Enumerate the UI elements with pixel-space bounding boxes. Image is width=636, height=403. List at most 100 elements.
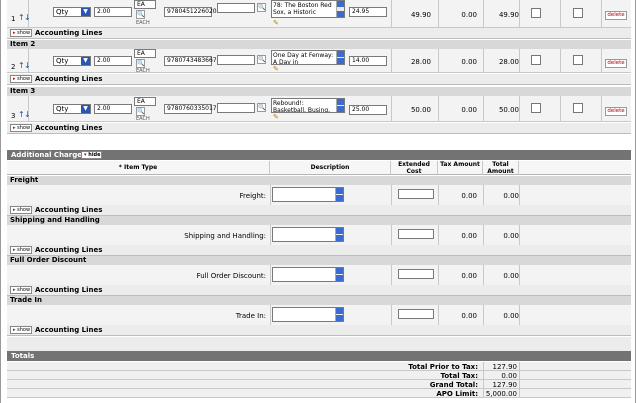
search-icon[interactable]: 🔍 bbox=[257, 103, 266, 112]
triangle-right-icon: ▸ bbox=[13, 247, 16, 253]
triangle-right-icon: ▸ bbox=[13, 30, 16, 36]
scrollbar[interactable] bbox=[335, 308, 343, 321]
delete-item-button[interactable]: delete bbox=[605, 107, 627, 116]
extended-cost-input[interactable] bbox=[398, 269, 434, 279]
accounting-lines-row: ▸ show Accounting Lines bbox=[7, 325, 631, 336]
show-label: show bbox=[17, 327, 31, 333]
commodity-code-input[interactable] bbox=[217, 103, 255, 113]
assigned-checkbox[interactable] bbox=[531, 103, 541, 113]
item-header: Item 3 bbox=[7, 87, 631, 96]
extended-cost: 50.00 bbox=[410, 106, 431, 114]
search-icon[interactable]: 🔍 bbox=[136, 107, 145, 116]
search-icon[interactable]: 🔍 bbox=[136, 10, 145, 19]
capital-asset-checkbox[interactable] bbox=[573, 8, 583, 18]
scrollbar[interactable] bbox=[336, 1, 344, 17]
charge-description-textarea[interactable] bbox=[272, 187, 344, 202]
pencil-icon[interactable]: ✎ bbox=[273, 19, 279, 27]
quantity-input[interactable]: 2.00 bbox=[94, 104, 132, 114]
uom-description: EACH bbox=[136, 20, 150, 26]
scrollbar[interactable] bbox=[335, 188, 343, 201]
delete-item-button[interactable]: delete bbox=[605, 11, 627, 20]
move-down-icon[interactable]: ↓ bbox=[24, 13, 31, 22]
uom-type-select[interactable]: Qty ▼ bbox=[53, 7, 91, 17]
show-accounting-lines-button[interactable]: ▸ show bbox=[10, 326, 32, 334]
charge-description-textarea[interactable] bbox=[272, 307, 344, 322]
total-value: 127.90 bbox=[492, 381, 518, 389]
extended-cost-input[interactable] bbox=[398, 229, 434, 239]
triangle-right-icon: ▸ bbox=[13, 125, 16, 131]
scrollbar[interactable] bbox=[336, 99, 344, 112]
accounting-lines-label: Accounting Lines bbox=[35, 29, 103, 37]
description-textarea[interactable]: One Day at Fenway: A Day in bbox=[271, 50, 345, 65]
chevron-down-icon: ▼ bbox=[81, 8, 90, 16]
tax-amount: 0.00 bbox=[461, 106, 477, 114]
total-amount: 49.90 bbox=[498, 11, 519, 19]
col-item-type: * Item Type bbox=[7, 161, 270, 175]
description-text: Rebound!: Basketball, Busing, bbox=[273, 100, 331, 113]
uom-type-select[interactable]: Qty ▼ bbox=[53, 104, 91, 114]
unit-price-input[interactable]: 14.00 bbox=[349, 56, 387, 66]
catalog-number-input[interactable]: 9780760335017 bbox=[164, 104, 217, 114]
uom-input[interactable]: EA bbox=[134, 49, 156, 58]
hide-section-button[interactable]: ▾ hide bbox=[81, 151, 102, 159]
catalog-number-input[interactable]: 9780743483667 bbox=[164, 56, 217, 66]
charge-header: Trade In bbox=[7, 296, 631, 305]
unit-price-input[interactable]: 24.95 bbox=[349, 7, 387, 17]
capital-asset-checkbox[interactable] bbox=[573, 55, 583, 65]
move-down-icon[interactable]: ↓ bbox=[24, 110, 31, 119]
total-amount: 28.00 bbox=[498, 58, 519, 66]
charge-description-textarea[interactable] bbox=[272, 227, 344, 242]
total-label: Total Tax: bbox=[440, 372, 478, 380]
item-row-3: 3 ↑ ↓ Qty ▼ 2.00 EA 🔍 EACH 9780760335017 … bbox=[7, 96, 631, 122]
show-accounting-lines-button[interactable]: ▸ show bbox=[10, 75, 32, 83]
uom-description: EACH bbox=[136, 116, 150, 122]
total-amount: 0.00 bbox=[503, 312, 519, 320]
quantity-input[interactable]: 2.00 bbox=[94, 56, 132, 66]
description-textarea[interactable]: 78: The Boston Red Sox, a Historic bbox=[271, 0, 345, 18]
move-down-icon[interactable]: ↓ bbox=[24, 61, 31, 70]
commodity-code-input[interactable] bbox=[217, 55, 255, 65]
search-icon[interactable]: 🔍 bbox=[257, 55, 266, 64]
col-extended-cost: Extended Cost bbox=[391, 161, 438, 175]
scrollbar[interactable] bbox=[335, 268, 343, 281]
extended-cost: 28.00 bbox=[410, 58, 431, 66]
charge-label: Shipping and Handling: bbox=[184, 232, 266, 240]
search-icon[interactable]: 🔍 bbox=[136, 59, 145, 68]
uom-input[interactable]: EA bbox=[134, 97, 156, 106]
unit-price-input[interactable]: 25.00 bbox=[349, 105, 387, 115]
total-row: APO Limit: 5,000.00 bbox=[7, 389, 631, 398]
total-label: APO Limit: bbox=[436, 390, 478, 398]
item-row-2: 2 ↑ ↓ Qty ▼ 2.00 EA 🔍 EACH 9780743483667 … bbox=[7, 49, 631, 74]
show-accounting-lines-button[interactable]: ▸ show bbox=[10, 286, 32, 294]
hide-label: hide bbox=[88, 152, 101, 158]
show-accounting-lines-button[interactable]: ▸ show bbox=[10, 246, 32, 254]
scrollbar[interactable] bbox=[335, 228, 343, 241]
pencil-icon[interactable]: ✎ bbox=[273, 65, 279, 73]
charge-description-textarea[interactable] bbox=[272, 267, 344, 282]
show-accounting-lines-button[interactable]: ▸ show bbox=[10, 29, 32, 37]
assigned-checkbox[interactable] bbox=[531, 55, 541, 65]
uom-input[interactable]: EA bbox=[134, 0, 156, 9]
show-accounting-lines-button[interactable]: ▸ show bbox=[10, 206, 32, 214]
delete-item-button[interactable]: delete bbox=[605, 59, 627, 68]
description-textarea[interactable]: Rebound!: Basketball, Busing, bbox=[271, 98, 345, 113]
extended-cost-input[interactable] bbox=[398, 309, 434, 319]
catalog-number-input[interactable]: 9780451226020 bbox=[164, 7, 217, 17]
pencil-icon[interactable]: ✎ bbox=[273, 113, 279, 121]
scrollbar[interactable] bbox=[336, 51, 344, 64]
accounting-lines-row: ▸ show Accounting Lines bbox=[7, 245, 631, 256]
item-line-number: 2 bbox=[11, 63, 16, 71]
tax-amount: 0.00 bbox=[461, 272, 477, 280]
item-row-1: 1 ↑ ↓ Qty ▼ 2.00 EA 🔍 EACH 9780451226020 … bbox=[7, 0, 631, 28]
capital-asset-checkbox[interactable] bbox=[573, 103, 583, 113]
quantity-input[interactable]: 2.00 bbox=[94, 7, 132, 17]
commodity-code-input[interactable] bbox=[217, 3, 255, 13]
extended-cost-input[interactable] bbox=[398, 189, 434, 199]
show-accounting-lines-button[interactable]: ▸ show bbox=[10, 124, 32, 132]
total-value: 0.00 bbox=[501, 372, 517, 380]
accounting-lines-label: Accounting Lines bbox=[35, 206, 103, 214]
assigned-checkbox[interactable] bbox=[531, 8, 541, 18]
uom-type-select[interactable]: Qty ▼ bbox=[53, 56, 91, 66]
search-icon[interactable]: 🔍 bbox=[257, 3, 266, 12]
description-text: One Day at Fenway: A Day in bbox=[273, 52, 334, 65]
